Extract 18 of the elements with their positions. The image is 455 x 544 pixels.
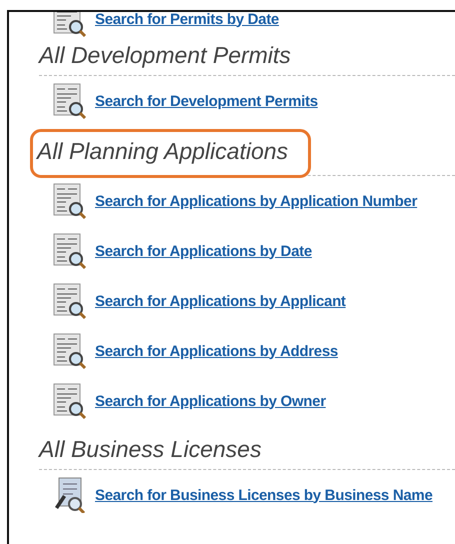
form-search-icon bbox=[53, 333, 87, 369]
form-search-icon bbox=[53, 83, 87, 119]
form-search-icon bbox=[53, 383, 87, 419]
section-heading: All Business Licenses bbox=[39, 435, 262, 464]
search-link[interactable]: Search for Applications by Owner bbox=[95, 392, 326, 410]
document-search-icon bbox=[53, 477, 87, 513]
search-link[interactable]: Search for Applications by Date bbox=[95, 242, 312, 260]
form-search-icon bbox=[53, 283, 87, 319]
form-search-icon bbox=[53, 233, 87, 269]
search-link[interactable]: Search for Applications by Applicant bbox=[95, 292, 346, 310]
section-heading: All Planning Applications bbox=[33, 132, 308, 175]
search-link[interactable]: Search for Applications by Address bbox=[95, 342, 338, 360]
section-heading: All Development Permits bbox=[39, 41, 291, 70]
search-link[interactable]: Search for Applications by Application Number bbox=[95, 192, 418, 210]
form-search-icon bbox=[53, 183, 87, 219]
search-link[interactable]: Search for Development Permits bbox=[95, 92, 318, 110]
search-link[interactable]: Search for Permits by Date bbox=[95, 12, 279, 28]
search-link[interactable]: Search for Business Licenses by Business Name bbox=[95, 486, 432, 504]
